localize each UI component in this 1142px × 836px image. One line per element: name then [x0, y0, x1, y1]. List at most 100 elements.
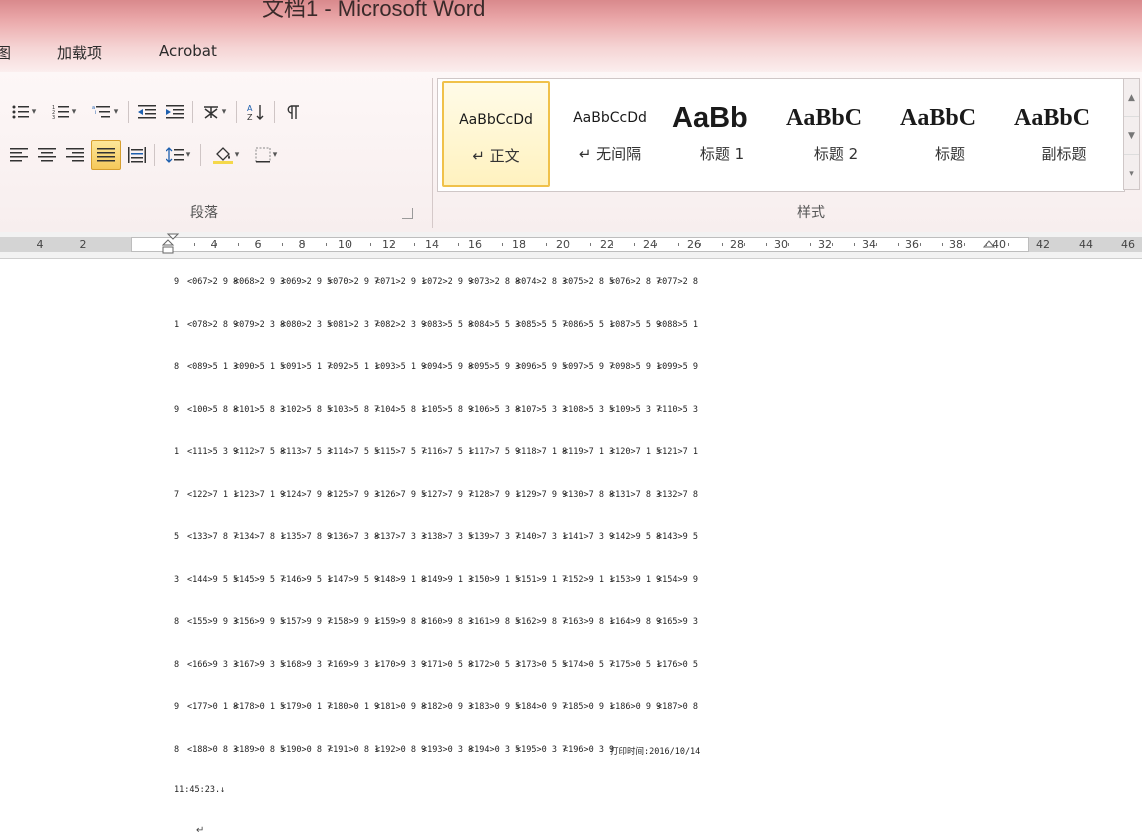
data-token: <178>0 1 5 — [234, 702, 286, 712]
increase-indent-icon — [166, 105, 184, 119]
line-digit: 8 — [174, 744, 180, 755]
tab-view[interactable]: 图 — [0, 42, 11, 63]
shading-button[interactable]: ▾ — [206, 142, 246, 168]
data-token: <179>0 1 7 — [281, 702, 333, 712]
multilevel-list-button[interactable]: a i ▾ — [86, 99, 124, 125]
data-token: <184>0 9 7 — [516, 702, 568, 712]
data-token: <144>9 5 5 — [187, 574, 239, 585]
border-icon — [255, 147, 271, 163]
sort-button[interactable]: AZ — [242, 99, 270, 125]
chinese-layout-button[interactable]: ▾ — [196, 99, 232, 125]
ruler-tick — [238, 243, 239, 246]
data-token: <143>9 5 — [657, 532, 698, 542]
data-token: <099>5 9 — [657, 362, 698, 372]
ruler-number: 34 — [862, 238, 876, 251]
ruler-number: 12 — [382, 238, 396, 251]
numbering-button[interactable]: 1 2 3 ▾ — [46, 99, 82, 125]
data-token: <133>7 8 7 — [187, 532, 239, 542]
data-token: <167>9 3 5 — [234, 659, 286, 670]
align-center-button[interactable] — [34, 142, 60, 168]
data-token: <166>9 3 3 — [187, 659, 239, 670]
ruler-tick — [414, 243, 415, 246]
ruler-tick — [348, 243, 349, 246]
ruler-number: 46 — [1121, 238, 1135, 251]
justify-button[interactable] — [91, 140, 121, 170]
data-token: <158>9 9 1 — [328, 617, 380, 627]
tab-addins[interactable]: 加载项 — [57, 42, 102, 63]
data-token: <100>5 8 8 — [187, 404, 239, 415]
ruler-number: 32 — [818, 238, 832, 251]
data-token: <092>5 1 1 — [328, 362, 380, 372]
style-no-spacing[interactable]: AaBbCcDd ↵ 无间隔 — [556, 81, 664, 187]
line-digit: 7 — [174, 489, 180, 500]
ruler-tick — [502, 243, 503, 246]
line-digit: 1 — [174, 319, 180, 330]
indent-marker-icon[interactable] — [162, 233, 182, 259]
data-token: <080>2 3 5 — [281, 319, 333, 330]
style-heading-1[interactable]: AaBb 标题 1 — [668, 81, 776, 187]
gallery-down-icon[interactable]: ▼ — [1124, 117, 1139, 155]
data-token: <093>5 1 9 — [375, 362, 427, 372]
data-token: <124>7 9 8 — [281, 489, 333, 500]
data-token: <171>0 5 8 — [422, 659, 474, 670]
ruler-tick — [612, 243, 613, 246]
line-spacing-button[interactable]: ▾ — [160, 142, 196, 168]
data-token: <175>0 5 1 — [610, 659, 662, 670]
data-token: <082>2 3 9 — [375, 319, 427, 330]
line-spacing-icon — [165, 147, 184, 163]
data-token: <172>0 5 3 — [469, 659, 521, 670]
ruler-tick — [524, 243, 525, 246]
ruler-number: 40 — [992, 238, 1006, 251]
ruler-tick — [964, 243, 965, 246]
gallery-more-icon[interactable]: ▾ — [1124, 155, 1139, 192]
ribbon-tab-row: 图 加载项 Acrobat — [0, 28, 1142, 72]
style-title[interactable]: AaBbC 标题 — [896, 81, 1004, 187]
data-token: <084>5 5 3 — [469, 319, 521, 330]
style-subtitle[interactable]: AaBbC 副标题 — [1010, 81, 1118, 187]
data-token: <118>7 1 8 — [516, 447, 568, 457]
paragraph-dialog-launcher[interactable] — [402, 208, 413, 219]
borders-button[interactable]: ▾ — [248, 142, 284, 168]
ruler-tick — [546, 243, 547, 246]
data-token: <140>7 3 1 — [516, 532, 568, 542]
style-heading-2[interactable]: AaBbC 标题 2 — [782, 81, 890, 187]
data-token: <104>5 8 1 — [375, 404, 427, 415]
data-token: <185>0 9 1 — [563, 702, 615, 712]
data-token: <169>9 3 1 — [328, 659, 380, 670]
data-token: <191>0 8 1 — [328, 744, 380, 755]
data-token: <078>2 8 9 — [187, 319, 239, 330]
ruler-number: 2 — [79, 238, 87, 251]
ruler-tick — [370, 243, 371, 246]
data-token: <150>9 1 5 — [469, 574, 521, 585]
tab-acrobat[interactable]: Acrobat — [159, 42, 217, 60]
data-token: <165>9 3 — [657, 617, 698, 627]
data-token: <189>0 8 5 — [234, 744, 286, 755]
data-token: <151>9 1 7 — [516, 574, 568, 585]
styles-gallery-scroll: ▲ ▼ ▾ — [1123, 78, 1140, 190]
data-token: <193>0 3 8 — [422, 744, 474, 755]
bullets-button[interactable]: ▾ — [6, 99, 42, 125]
align-right-button[interactable] — [62, 142, 88, 168]
styles-group-label: 样式 — [797, 205, 825, 221]
justify-icon — [97, 148, 115, 162]
data-token: <085>5 5 7 — [516, 319, 568, 330]
style-normal[interactable]: AaBbCcDd ↵ 正文 — [442, 81, 550, 187]
align-left-button[interactable] — [6, 142, 32, 168]
data-token: <120>7 1 5 — [610, 447, 662, 457]
show-formatting-button[interactable] — [280, 99, 306, 125]
data-token: <096>5 9 5 — [516, 362, 568, 372]
gallery-up-icon[interactable]: ▲ — [1124, 79, 1139, 117]
data-token: <147>9 5 9 — [328, 574, 380, 585]
distributed-button[interactable] — [124, 142, 150, 168]
line-digit: 8 — [174, 617, 180, 627]
document-page[interactable]: 11:45:23.↓ ↵ 9 <067>2 9 8 <068>2 9 3 <069>2… — [0, 259, 1142, 836]
ruler-number: 38 — [949, 238, 963, 251]
window-title: 文档1 - Microsoft Word — [262, 0, 486, 21]
decrease-indent-button[interactable] — [134, 99, 160, 125]
increase-indent-button[interactable] — [162, 99, 188, 125]
styles-gallery: AaBbCcDd ↵ 正文 AaBbCcDd ↵ 无间隔 AaBb 标题 1 A… — [437, 78, 1125, 192]
line-digit: 1 — [174, 447, 180, 457]
data-token: <107>5 3 3 — [516, 404, 568, 415]
horizontal-ruler[interactable]: 4 2 4 6 8 10 12 14 16 18 20 22 24 26 28 30 32 34 36 38 40 42 4… — [0, 232, 1142, 259]
data-token: <076>2 8 7 — [610, 277, 662, 287]
